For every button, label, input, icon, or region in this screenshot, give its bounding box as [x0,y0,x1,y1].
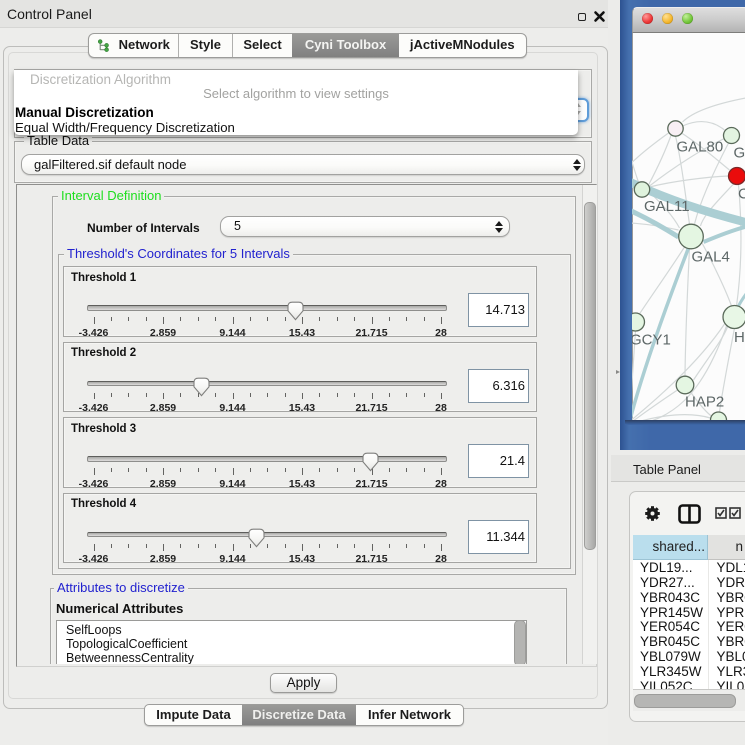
svg-text:GCY1: GCY1 [632,332,671,349]
svg-text:H: H [734,329,745,346]
svg-text:GAL80: GAL80 [676,139,723,156]
svg-text:HAP2: HAP2 [685,394,724,411]
svg-text:C: C [738,186,745,203]
svg-text:GAL4: GAL4 [691,249,729,266]
svg-text:G.: G. [733,145,745,162]
svg-text:GAL11: GAL11 [644,198,690,215]
